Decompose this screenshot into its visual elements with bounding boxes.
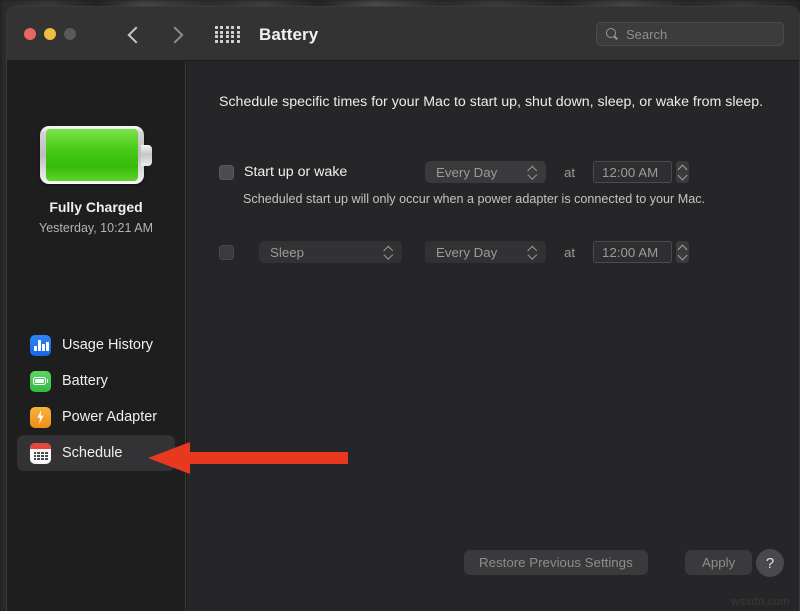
- startup-days-value: Every Day: [425, 165, 497, 180]
- sleep-time-stepper[interactable]: [676, 241, 689, 263]
- sidebar-item-power-adapter[interactable]: Power Adapter: [17, 399, 175, 435]
- page-title: Battery: [259, 25, 318, 45]
- close-button[interactable]: [24, 28, 36, 40]
- sidebar-item-label: Schedule: [62, 445, 122, 461]
- search-input[interactable]: [626, 27, 766, 42]
- bolt-icon: [30, 407, 51, 428]
- startup-at-label: at: [564, 165, 575, 180]
- sleep-at-label: at: [564, 245, 575, 260]
- startup-label: Start up or wake: [244, 164, 347, 180]
- sidebar-list: Usage History Battery Power Adapter: [7, 327, 185, 471]
- startup-note: Scheduled start up will only occur when …: [243, 192, 705, 206]
- window-content: Fully Charged Yesterday, 10:21 AM Usage …: [7, 61, 799, 611]
- startup-time-stepper[interactable]: [676, 161, 689, 183]
- sleep-days-dropdown[interactable]: Every Day: [425, 241, 546, 263]
- sidebar: Fully Charged Yesterday, 10:21 AM Usage …: [7, 61, 186, 611]
- startup-days-dropdown[interactable]: Every Day: [425, 161, 546, 183]
- sidebar-item-schedule[interactable]: Schedule: [17, 435, 175, 471]
- chevron-updown-icon: [384, 245, 393, 259]
- search-icon: [606, 28, 619, 41]
- sidebar-item-label: Battery: [62, 373, 108, 389]
- traffic-lights: [24, 28, 76, 40]
- intro-text: Schedule specific times for your Mac to …: [219, 92, 767, 113]
- sleep-time-value: 12:00 AM: [594, 245, 658, 260]
- calendar-icon: [30, 443, 51, 464]
- search-field[interactable]: [596, 22, 784, 46]
- help-button[interactable]: ?: [756, 549, 784, 577]
- back-chevron-icon[interactable]: [125, 22, 145, 48]
- grid-view-icon[interactable]: [215, 26, 241, 43]
- navigation-arrows: [125, 22, 187, 48]
- sleep-time-field[interactable]: 12:00 AM: [593, 241, 672, 263]
- chevron-updown-icon: [528, 165, 537, 179]
- forward-chevron-icon[interactable]: [167, 22, 187, 48]
- sleep-days-value: Every Day: [425, 245, 497, 260]
- sleep-action-dropdown[interactable]: Sleep: [259, 241, 402, 263]
- system-preferences-window: Battery Fully Charged Yesterday, 10:21 A…: [6, 6, 800, 611]
- chevron-updown-icon: [528, 245, 537, 259]
- last-charged-label: Yesterday, 10:21 AM: [7, 221, 185, 235]
- charge-status-label: Fully Charged: [7, 199, 185, 215]
- startup-time-field[interactable]: 12:00 AM: [593, 161, 672, 183]
- chart-bars-icon: [30, 335, 51, 356]
- sidebar-item-label: Power Adapter: [62, 409, 157, 425]
- zoom-button[interactable]: [64, 28, 76, 40]
- minimize-button[interactable]: [44, 28, 56, 40]
- sleep-checkbox[interactable]: [219, 245, 234, 260]
- window-titlebar: Battery: [7, 7, 799, 61]
- watermark: wsxdn.com: [731, 596, 790, 608]
- apply-button[interactable]: Apply: [685, 550, 752, 575]
- schedule-pane: Schedule specific times for your Mac to …: [187, 61, 799, 611]
- sleep-row: Sleep Every Day at 12:00 AM: [219, 241, 234, 263]
- restore-previous-settings-button[interactable]: Restore Previous Settings: [464, 550, 648, 575]
- battery-full-icon: [40, 126, 152, 184]
- sleep-action-value: Sleep: [259, 245, 304, 260]
- sidebar-item-battery[interactable]: Battery: [17, 363, 175, 399]
- startup-time-value: 12:00 AM: [594, 165, 658, 180]
- startup-row: Start up or wake Every Day at 12:00 AM: [219, 161, 347, 183]
- sidebar-item-usage-history[interactable]: Usage History: [17, 327, 175, 363]
- sidebar-item-label: Usage History: [62, 337, 153, 353]
- battery-icon: [30, 371, 51, 392]
- startup-checkbox[interactable]: [219, 165, 234, 180]
